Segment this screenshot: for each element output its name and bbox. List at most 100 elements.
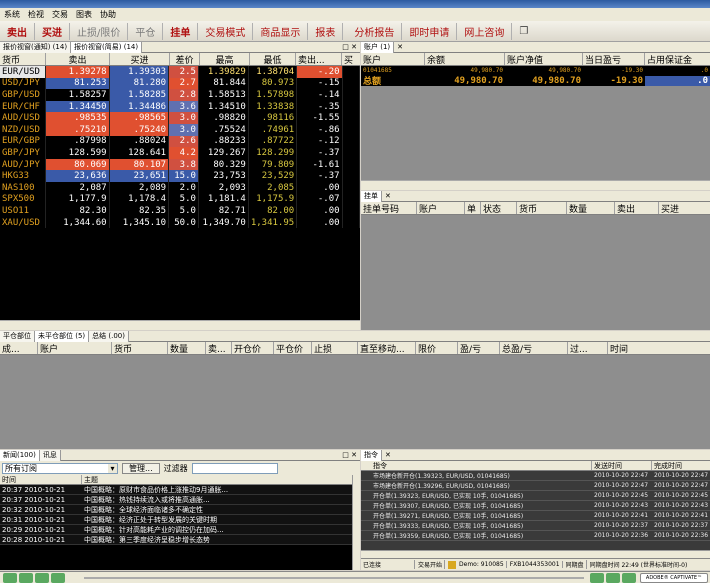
col-sell-change[interactable]: 卖出... bbox=[296, 53, 342, 65]
quote-sell[interactable]: 1,344.60 bbox=[45, 216, 110, 229]
analysis-report-button[interactable]: 分析报告 bbox=[347, 22, 403, 40]
info-icon[interactable] bbox=[622, 573, 636, 583]
col-command[interactable]: 指令 bbox=[361, 461, 592, 470]
col-spread[interactable]: 差价 bbox=[170, 53, 200, 65]
close-icon[interactable]: ✕ bbox=[397, 43, 403, 51]
tab-quotes-detail[interactable]: 报价视窗(通知) (14) bbox=[0, 41, 72, 53]
col-order-number[interactable]: 挂单号码 bbox=[361, 202, 417, 214]
quote-buy[interactable]: 23,651 bbox=[109, 170, 170, 182]
quote-buy[interactable]: 80.107 bbox=[109, 158, 170, 171]
col-pos-open-price[interactable]: 开仓价 bbox=[232, 342, 274, 354]
quote-buy[interactable]: 1,178.4 bbox=[109, 193, 170, 206]
quote-row[interactable]: HKG33 23,636 23,651 15.0 23,753 23,529 -.37 bbox=[0, 170, 361, 182]
product-display-button[interactable]: 商品显示 bbox=[253, 22, 309, 40]
col-margin[interactable]: 占用保证金 bbox=[645, 53, 710, 66]
col-buy-short[interactable]: 买 bbox=[342, 53, 360, 66]
col-symbol[interactable]: 货币 bbox=[0, 53, 46, 65]
col-account[interactable]: 账户 bbox=[361, 53, 425, 65]
quote-buy[interactable]: 1,345.10 bbox=[109, 216, 170, 229]
col-order-status[interactable]: 状态 bbox=[481, 202, 517, 214]
col-news-subject[interactable]: 主题 bbox=[82, 475, 352, 484]
order-button[interactable]: 挂单 bbox=[163, 22, 199, 40]
forward-icon[interactable] bbox=[51, 573, 65, 583]
tab-quotes-simple[interactable]: 报价视窗(简易) (14) bbox=[71, 41, 143, 53]
buy-button[interactable]: 买进 bbox=[35, 22, 70, 40]
quote-buy[interactable]: 1.34486 bbox=[109, 100, 170, 113]
command-row[interactable]: 开仓单(1.39271, EUR/USD, 已实现 10手, 01041685)… bbox=[361, 511, 710, 521]
tab-summary[interactable]: 总结 (.00) bbox=[89, 330, 129, 342]
col-equity[interactable]: 账户净值 bbox=[505, 53, 583, 65]
trade-mode-button[interactable]: 交易模式 bbox=[198, 22, 254, 40]
quote-sell[interactable]: 82.30 bbox=[45, 205, 110, 217]
quote-sell[interactable]: 23,636 bbox=[45, 170, 110, 182]
col-pos-close-price[interactable]: 平仓价 bbox=[274, 342, 312, 354]
col-pos-trailing[interactable]: 直至移动... bbox=[358, 342, 416, 354]
volume-icon[interactable] bbox=[590, 573, 604, 583]
news-row[interactable]: 20:28 2010-10-21 中国概略：第三季度经济呈稳步增长态势 bbox=[0, 535, 352, 545]
col-pos-stop[interactable]: 止损 bbox=[312, 342, 358, 354]
menu-chart[interactable]: 图表 bbox=[76, 9, 92, 20]
quote-sell[interactable]: 1.34450 bbox=[45, 100, 110, 113]
commands-horizontal-scrollbar[interactable] bbox=[361, 550, 710, 558]
col-pos-sell[interactable]: 卖... bbox=[206, 342, 232, 354]
quote-sell[interactable]: 80.069 bbox=[45, 158, 110, 171]
filter-input[interactable] bbox=[191, 462, 278, 474]
back-icon[interactable] bbox=[35, 573, 49, 583]
quote-row[interactable]: GBP/JPY 128.599 128.641 4.2 129.267 128.299 -.… bbox=[0, 147, 361, 159]
col-order-account[interactable]: 账户 bbox=[417, 202, 465, 214]
col-complete-time[interactable]: 完成时间 bbox=[652, 461, 710, 470]
quote-sell[interactable]: .87998 bbox=[45, 135, 110, 148]
col-pos-currency[interactable]: 货币 bbox=[112, 342, 168, 354]
col-pos-account[interactable]: 账户 bbox=[38, 342, 112, 354]
quote-sym[interactable]: AUD/JPY bbox=[0, 158, 47, 171]
account-horizontal-scrollbar[interactable] bbox=[361, 180, 710, 190]
close-icon[interactable] bbox=[606, 573, 620, 583]
col-sell[interactable]: 卖出 bbox=[46, 53, 110, 65]
quote-sym[interactable]: USO11 bbox=[0, 205, 47, 217]
col-pos-qty[interactable]: 数量 bbox=[168, 342, 206, 354]
tab-open-positions[interactable]: 未平仓部位 (5) bbox=[35, 330, 90, 342]
quote-sym[interactable]: NZD/USD bbox=[0, 123, 47, 136]
tab-commands[interactable]: 指令 bbox=[361, 449, 382, 461]
col-buy[interactable]: 买进 bbox=[110, 53, 170, 65]
col-high[interactable]: 最高 bbox=[200, 53, 250, 65]
menu-help[interactable]: 协助 bbox=[100, 9, 116, 20]
quote-sym[interactable]: EUR/CHF bbox=[0, 100, 47, 113]
menu-system[interactable]: 系统 bbox=[4, 9, 20, 20]
tab-news[interactable]: 新闻(100) bbox=[0, 449, 40, 461]
quote-sell[interactable]: 128.599 bbox=[45, 147, 110, 159]
report-button[interactable]: 报表 bbox=[308, 22, 344, 40]
col-news-time[interactable]: 时间 bbox=[0, 475, 82, 484]
quote-buy[interactable]: 82.35 bbox=[109, 205, 170, 217]
quote-row[interactable]: EUR/GBP .87998.88024 2.6.88233.87722 -.12 bbox=[0, 135, 361, 148]
quote-sym[interactable]: EUR/GBP bbox=[0, 135, 47, 148]
manage-button[interactable]: 管理... bbox=[122, 462, 160, 474]
quote-row[interactable]: EUR/USD 1.39278 1.39303 2.5 1.39829 1.38704 -.… bbox=[0, 66, 361, 78]
news-row[interactable]: 20:37 2010-10-21 中国概略：原财市食品价格上涨推动9月通胀... bbox=[0, 485, 352, 495]
command-row[interactable]: 开仓单(1.39359, EUR/USD, 已实现 10手, 01041685)… bbox=[361, 531, 710, 541]
quote-buy[interactable]: 81.280 bbox=[109, 77, 170, 90]
rewind-icon[interactable] bbox=[3, 573, 17, 583]
command-row[interactable]: 市场建仓新开仓(1.39323, EUR/USD, 01041685) 2010-… bbox=[361, 471, 710, 481]
col-order-currency[interactable]: 货币 bbox=[517, 202, 567, 214]
quote-sym[interactable]: AUD/USD bbox=[0, 112, 47, 124]
quote-sell[interactable]: .75210 bbox=[45, 123, 110, 136]
news-row[interactable]: 20:32 2010-10-21 中国概略：全球经济面临诸多不确定性 bbox=[0, 505, 352, 515]
col-pos-time[interactable]: 时间 bbox=[608, 342, 668, 355]
command-row[interactable]: 市场建仓新开仓(1.39296, EUR/USD, 01041685) 2010-… bbox=[361, 481, 710, 491]
command-row[interactable]: 开仓单(1.39307, EUR/USD, 已实现 10手, 01041685)… bbox=[361, 501, 710, 511]
quote-sym[interactable]: NAS100 bbox=[0, 181, 47, 194]
tab-closed-positions[interactable]: 平仓部位 bbox=[0, 330, 35, 342]
quote-row[interactable]: AUD/USD .98535.98565 3.0.98820.98116 -1.55 bbox=[0, 112, 361, 124]
news-row[interactable]: 20:37 2010-10-21 中国概略：热钱持续流入或将推高通胀... bbox=[0, 495, 352, 505]
tab-account[interactable]: 账户 (1) bbox=[361, 41, 395, 53]
quote-buy[interactable]: .98565 bbox=[109, 112, 170, 124]
quote-sell[interactable]: 81.253 bbox=[45, 77, 110, 90]
col-daily-pl[interactable]: 当日盈亏 bbox=[583, 53, 645, 65]
quote-row[interactable]: NZD/USD .75210.75240 3.0.75524.74961 -.86 bbox=[0, 123, 361, 136]
quote-buy[interactable]: 128.641 bbox=[109, 147, 170, 159]
news-subscription-select[interactable]: 所有订阅 ▾ bbox=[2, 462, 118, 474]
quote-row[interactable]: XAU/USD 1,344.60 1,345.10 50.0 1,349.70 1,341… bbox=[0, 216, 361, 229]
quote-sell[interactable]: 1.58257 bbox=[45, 89, 110, 101]
col-pos-pl[interactable]: 盈/亏 bbox=[458, 342, 500, 354]
